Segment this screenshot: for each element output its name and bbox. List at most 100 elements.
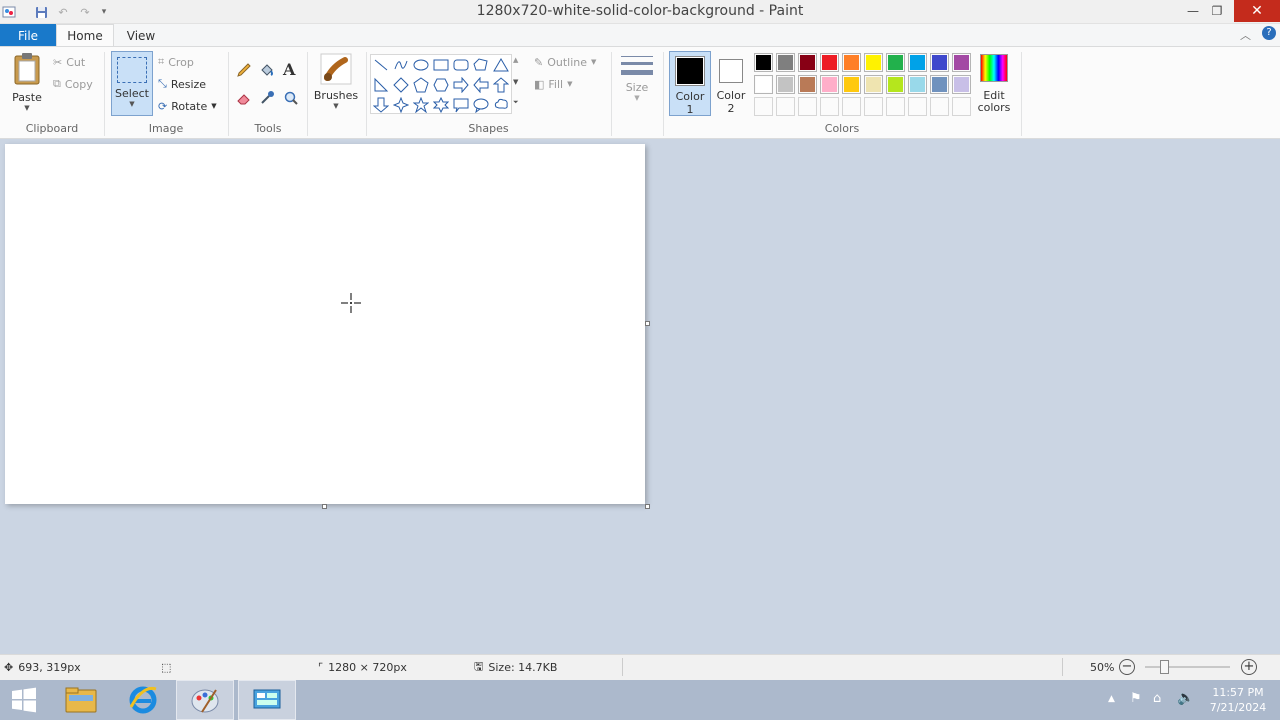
custom-color-slot[interactable] — [820, 97, 839, 116]
shapes-expand-icon[interactable]: ⏷ — [513, 98, 519, 107]
palette-swatch[interactable] — [842, 75, 861, 94]
resize-handle-right[interactable] — [645, 321, 650, 326]
palette-swatch[interactable] — [754, 53, 773, 72]
action-center-flag-icon[interactable]: ⚑ — [1130, 691, 1142, 706]
rounded-rectangle-shape-icon[interactable] — [451, 55, 471, 75]
palette-swatch[interactable] — [952, 75, 971, 94]
palette-swatch[interactable] — [754, 75, 773, 94]
control-panel-taskbar-button[interactable] — [238, 680, 296, 720]
color1-button[interactable]: Color 1 — [669, 51, 711, 116]
magnifier-icon[interactable] — [283, 90, 299, 106]
left-arrow-shape-icon[interactable] — [471, 75, 491, 95]
file-explorer-button[interactable] — [52, 680, 110, 720]
right-triangle-shape-icon[interactable] — [371, 75, 391, 95]
custom-color-slot[interactable] — [908, 97, 927, 116]
right-arrow-shape-icon[interactable] — [451, 75, 471, 95]
save-icon[interactable] — [32, 3, 50, 21]
tab-file[interactable]: File — [0, 24, 56, 47]
tab-view[interactable]: View — [118, 24, 164, 47]
curve-shape-icon[interactable] — [391, 55, 411, 75]
polygon-shape-icon[interactable] — [471, 55, 491, 75]
palette-swatch[interactable] — [930, 75, 949, 94]
paint-taskbar-button[interactable] — [176, 680, 234, 720]
collapse-ribbon-icon[interactable]: ︿ — [1240, 27, 1251, 43]
paste-dropdown-icon[interactable]: ▼ — [8, 104, 46, 112]
zoom-slider-track[interactable] — [1145, 666, 1230, 668]
resize-handle-bottom[interactable] — [322, 504, 327, 509]
eraser-icon[interactable] — [236, 90, 252, 106]
triangle-shape-icon[interactable] — [491, 55, 511, 75]
close-button[interactable]: ✕ — [1234, 0, 1280, 22]
palette-swatch[interactable] — [842, 53, 861, 72]
brushes-button[interactable]: Brushes ▼ — [313, 52, 359, 116]
redo-icon[interactable]: ↷ — [76, 3, 94, 21]
crop-button[interactable]: ⌗ Crop — [158, 52, 194, 72]
help-icon[interactable]: ? — [1262, 26, 1276, 40]
four-point-star-shape-icon[interactable] — [391, 95, 411, 115]
down-arrow-shape-icon[interactable] — [371, 95, 391, 115]
pencil-icon[interactable] — [236, 62, 252, 78]
undo-icon[interactable]: ↶ — [54, 3, 72, 21]
palette-swatch[interactable] — [886, 53, 905, 72]
show-hidden-icons-icon[interactable]: ▲ — [1108, 694, 1115, 704]
shapes-scroll-up-icon[interactable]: ▲ — [513, 56, 518, 64]
oval-callout-shape-icon[interactable] — [471, 95, 491, 115]
custom-color-slot[interactable] — [952, 97, 971, 116]
custom-color-slot[interactable] — [798, 97, 817, 116]
palette-swatch[interactable] — [820, 53, 839, 72]
custom-color-slot[interactable] — [930, 97, 949, 116]
custom-color-slot[interactable] — [842, 97, 861, 116]
five-point-star-shape-icon[interactable] — [411, 95, 431, 115]
taskbar-clock[interactable]: 11:57 PM 7/21/2024 — [1200, 685, 1276, 715]
paint-app-icon[interactable] — [0, 3, 18, 21]
custom-color-slot[interactable] — [886, 97, 905, 116]
fill-bucket-icon[interactable] — [259, 62, 275, 78]
brushes-dropdown-icon[interactable]: ▼ — [313, 102, 359, 110]
start-button[interactable] — [0, 680, 48, 720]
color-picker-icon[interactable] — [259, 90, 275, 106]
volume-icon[interactable]: 🔈 — [1177, 690, 1194, 706]
diamond-shape-icon[interactable] — [391, 75, 411, 95]
network-icon[interactable]: ⌂ — [1153, 691, 1161, 706]
line-shape-icon[interactable] — [371, 55, 391, 75]
oval-shape-icon[interactable] — [411, 55, 431, 75]
custom-color-slot[interactable] — [754, 97, 773, 116]
palette-swatch[interactable] — [776, 75, 795, 94]
customize-toolbar-icon[interactable]: ▾ — [95, 3, 113, 21]
zoom-out-button[interactable]: − — [1119, 659, 1135, 675]
custom-color-slot[interactable] — [864, 97, 883, 116]
paste-button[interactable]: Paste ▼ — [8, 52, 46, 116]
cloud-callout-shape-icon[interactable] — [491, 95, 511, 115]
palette-swatch[interactable] — [798, 75, 817, 94]
zoom-in-button[interactable]: + — [1241, 659, 1257, 675]
up-arrow-shape-icon[interactable] — [491, 75, 511, 95]
palette-swatch[interactable] — [776, 53, 795, 72]
resize-button[interactable]: ⤡ Resize — [158, 74, 206, 94]
color2-button[interactable]: Color 2 — [712, 51, 750, 116]
palette-swatch[interactable] — [908, 75, 927, 94]
outline-button[interactable]: ✎ Outline ▼ — [534, 52, 596, 72]
resize-handle-corner[interactable] — [645, 504, 650, 509]
pentagon-shape-icon[interactable] — [411, 75, 431, 95]
palette-swatch[interactable] — [886, 75, 905, 94]
rotate-dropdown-icon[interactable]: ▼ — [211, 102, 216, 110]
cut-button[interactable]: ✂ Cut — [53, 52, 85, 72]
copy-button[interactable]: ⧉ Copy — [53, 74, 93, 94]
size-button[interactable]: Size ▼ — [617, 52, 657, 116]
six-point-star-shape-icon[interactable] — [431, 95, 451, 115]
fill-button[interactable]: ◧ Fill ▼ — [534, 74, 573, 94]
palette-swatch[interactable] — [864, 53, 883, 72]
palette-swatch[interactable] — [864, 75, 883, 94]
hexagon-shape-icon[interactable] — [431, 75, 451, 95]
palette-swatch[interactable] — [952, 53, 971, 72]
edit-colors-button[interactable]: Edit colors — [976, 52, 1012, 116]
palette-swatch[interactable] — [798, 53, 817, 72]
zoom-slider-thumb[interactable] — [1160, 660, 1169, 674]
select-dropdown-icon[interactable]: ▼ — [112, 100, 152, 108]
shapes-scroll-down-icon[interactable]: ▼ — [513, 78, 518, 86]
drawing-canvas[interactable] — [5, 144, 645, 504]
palette-swatch[interactable] — [820, 75, 839, 94]
palette-swatch[interactable] — [908, 53, 927, 72]
custom-color-slot[interactable] — [776, 97, 795, 116]
internet-explorer-button[interactable] — [114, 680, 172, 720]
